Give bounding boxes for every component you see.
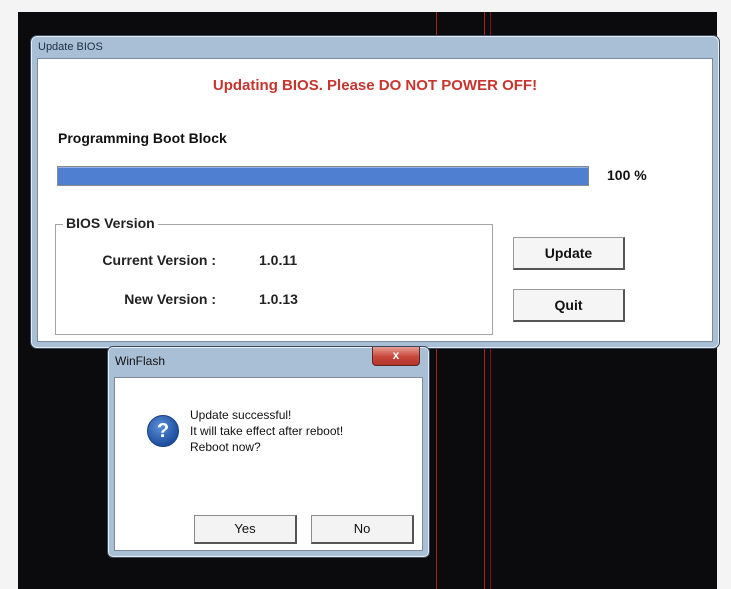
close-icon[interactable]: x xyxy=(372,347,420,366)
dialog-message-line: It will take effect after reboot! xyxy=(190,424,344,438)
question-icon: ? xyxy=(147,415,179,447)
photo-margin-top xyxy=(0,0,731,12)
quit-button[interactable]: Quit xyxy=(513,289,625,322)
yes-button[interactable]: Yes xyxy=(194,515,297,544)
progress-bar xyxy=(57,166,589,186)
current-version-label: Current Version : xyxy=(102,252,216,268)
progress-fill xyxy=(58,167,588,185)
window-client-area: Updating BIOS. Please DO NOT POWER OFF! … xyxy=(37,58,713,342)
dialog-message-line: Reboot now? xyxy=(190,440,261,454)
dialog-client-area: ? Update successful! It will take effect… xyxy=(114,377,423,551)
desktop-screen: Update BIOS Updating BIOS. Please DO NOT… xyxy=(18,12,720,589)
update-bios-window: Update BIOS Updating BIOS. Please DO NOT… xyxy=(30,35,720,349)
warning-message: Updating BIOS. Please DO NOT POWER OFF! xyxy=(212,77,538,94)
update-button[interactable]: Update xyxy=(513,237,625,270)
no-button[interactable]: No xyxy=(311,515,414,544)
photo-margin-left xyxy=(0,0,18,589)
current-version-value: 1.0.11 xyxy=(259,252,298,268)
progress-percent: 100 % xyxy=(607,167,647,183)
bios-version-group: BIOS Version Current Version : 1.0.11 Ne… xyxy=(55,215,493,335)
operation-label: Programming Boot Block xyxy=(58,130,227,146)
new-version-label: New Version : xyxy=(124,291,216,307)
group-title: BIOS Version xyxy=(63,215,158,231)
window-title: Update BIOS xyxy=(38,41,103,53)
winflash-dialog: WinFlash x ? Update successful! It will … xyxy=(107,346,430,558)
dialog-message-line: Update successful! xyxy=(190,408,292,422)
dialog-title: WinFlash xyxy=(115,354,166,368)
new-version-value: 1.0.13 xyxy=(259,291,298,307)
